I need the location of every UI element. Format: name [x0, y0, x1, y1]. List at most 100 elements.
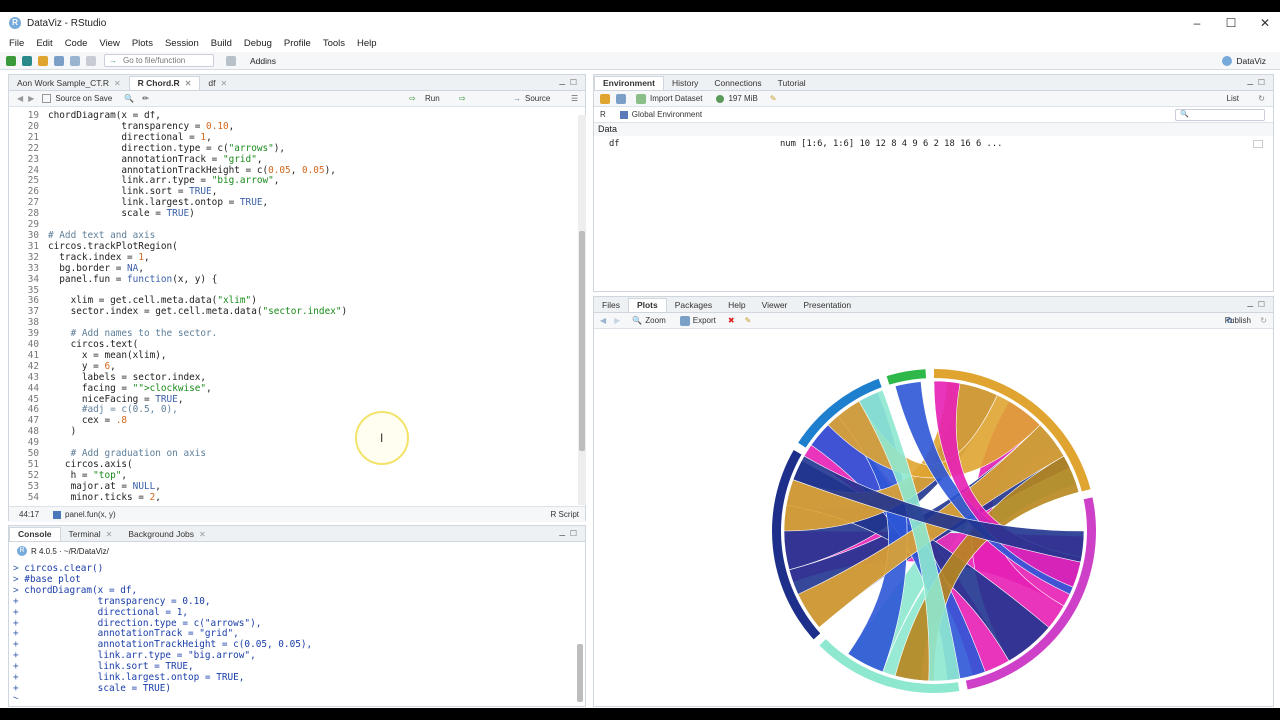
import-dataset-button[interactable]: Import Dataset: [650, 94, 702, 103]
tab-terminal[interactable]: Terminal ✕: [61, 527, 121, 541]
refresh-icon[interactable]: ↻: [1260, 316, 1267, 325]
open-file-icon[interactable]: [38, 55, 48, 66]
editor-scrollbar[interactable]: [578, 115, 586, 505]
code-tools-icon[interactable]: ✏: [142, 94, 149, 103]
menu-help[interactable]: Help: [357, 38, 377, 49]
rerun-icon[interactable]: ⇨: [459, 94, 466, 103]
source-on-save-checkbox[interactable]: [42, 94, 52, 103]
tab-environment[interactable]: Environment: [594, 76, 664, 90]
pane-minmax-icons[interactable]: ⚊☐: [559, 529, 581, 538]
menu-code[interactable]: Code: [65, 38, 88, 49]
close-tab-icon[interactable]: ✕: [221, 77, 228, 90]
tab-df[interactable]: df ✕: [200, 76, 235, 90]
code-text: # Add text and axis: [48, 229, 156, 241]
memory-usage-button[interactable]: 197 MiB: [728, 94, 757, 103]
source-button[interactable]: Source: [525, 94, 550, 103]
back-arrow-icon[interactable]: ◀: [17, 94, 23, 103]
code-text: link.largest.ontop = TRUE,: [48, 197, 269, 209]
publish-button[interactable]: Publish: [1225, 316, 1251, 325]
environment-tab-strip: Environment History Connections Tutorial…: [594, 75, 1273, 91]
language-select[interactable]: R: [600, 110, 606, 119]
next-plot-icon[interactable]: ▶: [614, 316, 620, 325]
run-icon[interactable]: ⇨: [409, 94, 416, 103]
code-area[interactable]: 19 chordDiagram(x = df, 20 transparency = …: [9, 111, 579, 501]
close-tab-icon[interactable]: ✕: [114, 77, 121, 90]
menu-build[interactable]: Build: [211, 38, 232, 49]
menu-session[interactable]: Session: [165, 38, 199, 49]
pane-minmax-icons[interactable]: ⚊☐: [1247, 78, 1269, 87]
maximize-button[interactable]: ☐: [1214, 12, 1248, 34]
addins-menu[interactable]: Addins: [250, 56, 276, 66]
broom-icon[interactable]: ✎: [770, 94, 777, 103]
close-tab-icon[interactable]: ✕: [199, 528, 206, 541]
menu-debug[interactable]: Debug: [244, 38, 272, 49]
code-line[interactable]: 28 scale = TRUE): [9, 208, 579, 220]
pane-minmax-icons[interactable]: ⚊☐: [1247, 300, 1269, 309]
refresh-icon[interactable]: ↻: [1258, 94, 1265, 103]
search-icon[interactable]: 🔍: [124, 94, 134, 103]
tab-connections[interactable]: Connections: [706, 76, 769, 90]
console-scroll-thumb[interactable]: [577, 644, 583, 702]
menu-plots[interactable]: Plots: [132, 38, 153, 49]
tab-aon-work-sample[interactable]: Aon Work Sample_CT.R ✕: [9, 76, 129, 90]
tab-presentation[interactable]: Presentation: [795, 298, 859, 312]
code-line[interactable]: 37 sector.index = get.cell.meta.data("se…: [9, 306, 579, 318]
project-menu[interactable]: DataViz: [1216, 55, 1266, 66]
environment-scope-select[interactable]: Global Environment: [632, 110, 702, 119]
line-number: 54: [27, 491, 39, 501]
code-line[interactable]: 47 cex = .8: [9, 415, 579, 427]
save-icon[interactable]: [54, 55, 64, 66]
minimize-button[interactable]: –: [1180, 12, 1214, 34]
tab-console[interactable]: Console: [9, 527, 61, 541]
console-output[interactable]: > circos.clear() > #base plot > chordDiagr…: [13, 564, 573, 699]
code-line[interactable]: 34 panel.fun = function(x, y) {: [9, 274, 579, 286]
current-function[interactable]: panel.fun(x, y): [65, 510, 116, 519]
outline-icon[interactable]: ☰: [571, 94, 578, 103]
environment-search-input[interactable]: 🔍: [1175, 108, 1265, 121]
tab-viewer[interactable]: Viewer: [754, 298, 796, 312]
tab-files[interactable]: Files: [594, 298, 628, 312]
tab-r-chord[interactable]: R Chord.R ✕: [128, 76, 201, 90]
tab-history[interactable]: History: [664, 76, 706, 90]
goto-file-input[interactable]: Go to file/function: [104, 54, 214, 67]
new-file-icon[interactable]: [6, 55, 16, 66]
close-tab-icon[interactable]: ✕: [185, 77, 192, 90]
editor-scroll-thumb[interactable]: [579, 231, 585, 451]
code-line[interactable]: 48 ): [9, 426, 579, 438]
grid-layout-icon[interactable]: [226, 55, 236, 66]
zoom-button[interactable]: Zoom: [645, 316, 665, 325]
file-type[interactable]: R Script: [551, 510, 579, 519]
view-data-icon[interactable]: [1253, 140, 1263, 148]
print-icon[interactable]: [86, 55, 96, 66]
run-button[interactable]: Run: [425, 94, 440, 103]
clear-plots-icon[interactable]: ✎: [745, 316, 752, 325]
menu-tools[interactable]: Tools: [323, 38, 345, 49]
tab-background-jobs[interactable]: Background Jobs ✕: [120, 527, 213, 541]
tab-tutorial[interactable]: Tutorial: [770, 76, 814, 90]
save-all-icon[interactable]: [70, 55, 80, 66]
export-button[interactable]: Export: [693, 316, 716, 325]
tab-plots[interactable]: Plots: [627, 298, 667, 312]
close-window-button[interactable]: ✕: [1248, 12, 1280, 34]
tab-help[interactable]: Help: [720, 298, 753, 312]
menu-edit[interactable]: Edit: [36, 38, 52, 49]
source-icon[interactable]: →: [513, 94, 521, 103]
menu-view[interactable]: View: [99, 38, 119, 49]
close-tab-icon[interactable]: ✕: [106, 528, 113, 541]
menu-profile[interactable]: Profile: [284, 38, 311, 49]
code-line[interactable]: 54 minor.ticks = 2,: [9, 491, 579, 501]
forward-arrow-icon[interactable]: ▶: [28, 94, 34, 103]
remove-plot-icon[interactable]: ✖: [728, 316, 735, 325]
prev-plot-icon[interactable]: ◀: [600, 316, 606, 325]
new-project-icon[interactable]: [22, 55, 32, 66]
save-workspace-icon[interactable]: [616, 93, 626, 104]
pane-minmax-icons[interactable]: ⚊☐: [559, 78, 581, 87]
menu-file[interactable]: File: [9, 38, 24, 49]
environment-row[interactable]: df num [1:6, 1:6] 10 12 8 4 9 6 2 18 16 …: [594, 137, 1273, 151]
plots-pane: Files Plots Packages Help Viewer Present…: [593, 296, 1274, 707]
environment-icon: [619, 110, 628, 119]
view-mode-select[interactable]: List: [1227, 94, 1239, 103]
tab-packages[interactable]: Packages: [667, 298, 720, 312]
load-workspace-icon[interactable]: [600, 93, 610, 104]
console-text: annotationTrack = "grid",: [24, 628, 239, 640]
